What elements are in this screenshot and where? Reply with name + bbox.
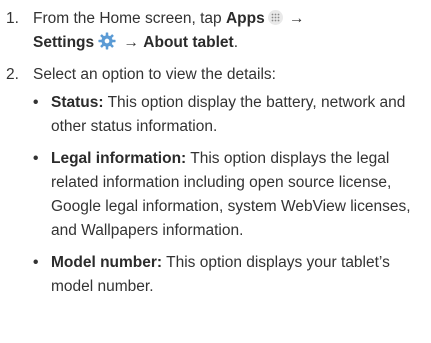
option-term: Model number: <box>51 254 163 271</box>
settings-gear-icon <box>98 32 116 50</box>
option-desc: This option display the battery, network… <box>51 94 406 135</box>
about-tablet-label: About tablet <box>143 34 234 51</box>
period: . <box>233 34 238 51</box>
option-text: Status: This option display the battery,… <box>51 91 423 139</box>
step-number: 1. <box>6 10 19 27</box>
instructions: 1. From the Home screen, tap Apps → Sett… <box>0 7 431 315</box>
arrow: → <box>119 34 144 51</box>
option-model-number: • Model number: This option displays you… <box>33 251 423 299</box>
bullet-icon: • <box>33 254 39 271</box>
option-term: Legal information: <box>51 150 187 167</box>
option-text: Model number: This option displays your … <box>51 251 423 299</box>
step-1-prefix: From the Home screen, tap <box>33 10 226 27</box>
option-list: • Status: This option display the batter… <box>33 91 423 299</box>
bullet-icon: • <box>33 94 39 111</box>
step-2: 2. Select an option to view the details:… <box>0 63 431 307</box>
option-term: Status: <box>51 94 104 111</box>
option-legal-information: • Legal information: This option display… <box>33 147 423 243</box>
option-status: • Status: This option display the batter… <box>33 91 423 139</box>
step-1: 1. From the Home screen, tap Apps → Sett… <box>0 7 431 55</box>
step-1-text: From the Home screen, tap Apps → Setting… <box>33 7 431 55</box>
settings-label: Settings <box>33 34 95 51</box>
step-2-body: Select an option to view the details: • … <box>33 63 431 307</box>
apps-grid-icon <box>267 10 283 25</box>
bullet-icon: • <box>33 150 39 167</box>
step-number: 2. <box>6 66 19 83</box>
option-text: Legal information: This option displays … <box>51 147 423 243</box>
apps-label: Apps <box>225 10 265 27</box>
step-2-text: Select an option to view the details: <box>33 66 276 83</box>
arrow: → <box>284 10 305 27</box>
